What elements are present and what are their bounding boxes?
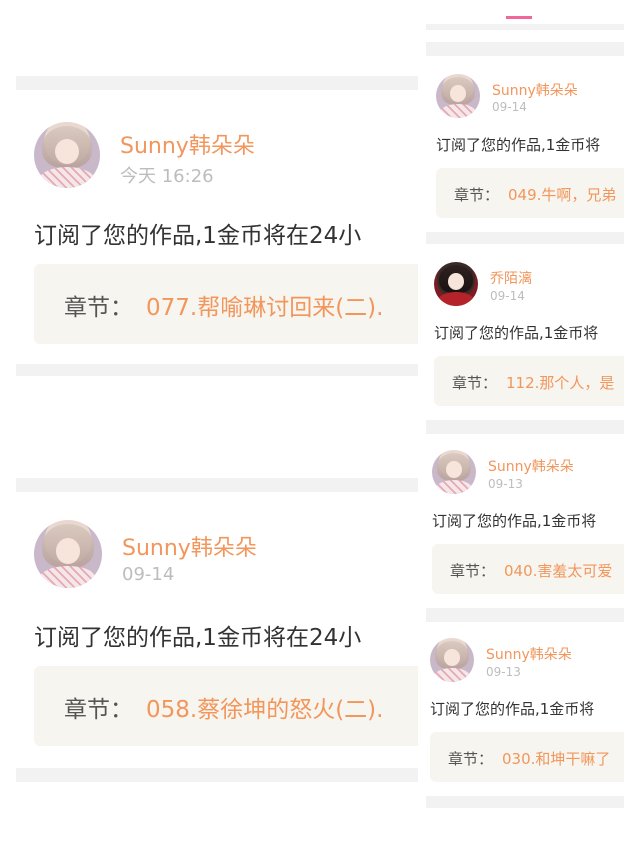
chapter-link[interactable]: 章节： 040.害羞太可爱 [432, 544, 624, 594]
timestamp: 09-14 [122, 564, 175, 585]
divider [426, 608, 624, 622]
divider [16, 76, 418, 90]
avatar[interactable] [434, 262, 478, 306]
divider [426, 796, 624, 808]
avatar[interactable] [34, 520, 102, 588]
timestamp: 今天 16:26 [120, 166, 214, 187]
chapter-link[interactable]: 章节： 030.和坤干嘛了 [430, 732, 624, 782]
timestamp: 09-14 [490, 289, 525, 303]
message-text: 订阅了您的作品,1金币将 [432, 512, 597, 530]
timestamp: 09-14 [492, 100, 527, 114]
chapter-label: 章节： [64, 295, 133, 321]
user-name[interactable]: Sunny韩朵朵 [120, 128, 255, 160]
tab-indicator [506, 16, 532, 19]
user-name[interactable]: Sunny韩朵朵 [488, 456, 574, 476]
chapter-title[interactable]: 077.帮喻琳讨回来(二). [146, 288, 383, 322]
chapter-label: 章节： [454, 186, 500, 204]
message-text: 订阅了您的作品,1金币将 [434, 324, 599, 342]
chapter-title[interactable]: 030.和坤干嘛了 [502, 748, 610, 769]
divider [16, 364, 418, 376]
chapter-title[interactable]: 040.害羞太可爱 [504, 560, 612, 581]
chapter-link[interactable]: 章节： 058.蔡徐坤的怒火(二). [34, 666, 418, 746]
divider [426, 42, 624, 56]
avatar[interactable] [432, 450, 476, 494]
user-name[interactable]: 乔陌漓 [490, 268, 532, 288]
avatar[interactable] [34, 122, 100, 188]
user-name[interactable]: Sunny韩朵朵 [492, 80, 578, 100]
timestamp: 09-13 [486, 665, 521, 679]
message-text: 订阅了您的作品,1金币将 [430, 700, 595, 718]
divider [426, 232, 624, 244]
chapter-label: 章节： [448, 750, 494, 768]
chapter-title[interactable]: 112.那个人，是 [506, 372, 614, 393]
timestamp: 09-13 [488, 477, 523, 491]
user-name[interactable]: Sunny韩朵朵 [486, 644, 572, 664]
chapter-title[interactable]: 058.蔡徐坤的怒火(二). [146, 690, 383, 724]
left-card-2[interactable]: Sunny韩朵朵 09-14 订阅了您的作品,1金币将在24小 章节： 058.… [16, 478, 418, 782]
message-text: 订阅了您的作品,1金币将在24小 [34, 223, 362, 249]
left-card-1[interactable]: Sunny韩朵朵 今天 16:26 订阅了您的作品,1金币将在24小 章节： 0… [16, 76, 418, 376]
chapter-link[interactable]: 章节： 049.牛啊，兄弟 [436, 168, 624, 218]
divider [16, 478, 418, 492]
divider [16, 768, 418, 782]
divider [426, 24, 624, 30]
chapter-label: 章节： [450, 562, 496, 580]
chapter-title[interactable]: 049.牛啊，兄弟 [508, 184, 616, 205]
avatar[interactable] [436, 74, 480, 118]
chapter-label: 章节： [64, 697, 133, 723]
chapter-label: 章节： [452, 374, 498, 392]
right-column: Sunny韩朵朵 09-14 订阅了您的作品,1金币将 章节： 049.牛啊，兄… [426, 0, 624, 808]
message-text: 订阅了您的作品,1金币将在24小 [34, 625, 362, 651]
chapter-link[interactable]: 章节： 077.帮喻琳讨回来(二). [34, 264, 418, 344]
user-name[interactable]: Sunny韩朵朵 [122, 530, 257, 562]
divider [426, 420, 624, 434]
avatar[interactable] [430, 638, 474, 682]
message-text: 订阅了您的作品,1金币将 [436, 136, 601, 154]
chapter-link[interactable]: 章节： 112.那个人，是 [434, 356, 624, 406]
